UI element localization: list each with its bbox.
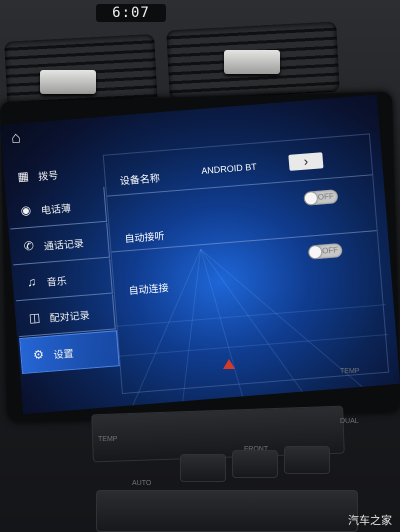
temp-right-label: TEMP	[340, 368, 360, 375]
sidebar-item-label: 电话薄	[40, 203, 72, 217]
infotainment-screen: ⌂ ▦ 拨号 ◉ 电话薄 ✆ 通话记录 ♫ 音乐 ◫ 配对记录 ⚙ 设置 设备名…	[0, 94, 400, 415]
temp-left-label: TEMP	[98, 436, 118, 443]
dashboard-clock: 6:07	[96, 4, 166, 22]
hazard-button[interactable]	[218, 356, 240, 372]
hazard-triangle-icon	[223, 359, 235, 369]
sidebar-item-label: 拨号	[37, 170, 59, 183]
vent-knob-right[interactable]	[224, 50, 280, 74]
dual-label: DUAL	[340, 418, 359, 425]
sidebar-item-label: 设置	[53, 348, 75, 361]
settings-panel: 设备名称 ANDROID BT › OFF 自动接听 OFF 自动连接	[102, 133, 390, 395]
toggle-thumb	[308, 245, 322, 259]
climate-button[interactable]	[284, 446, 330, 474]
music-icon: ♫	[26, 274, 37, 290]
keypad-icon: ▦	[16, 168, 30, 184]
vent-knob-left[interactable]	[40, 70, 96, 94]
toggle-state: OFF	[321, 245, 339, 256]
sidebar-item-label: 配对记录	[49, 309, 91, 325]
pairing-icon: ◫	[28, 310, 41, 326]
settings-icon: ⚙	[32, 347, 45, 363]
auto-connect-toggle[interactable]: OFF	[307, 242, 343, 260]
auto-connect-label: 自动连接	[128, 283, 170, 298]
call-log-icon: ✆	[23, 238, 35, 254]
watermark-text: 汽车之家	[348, 515, 392, 527]
lower-console-panel	[96, 490, 358, 532]
device-name-label: 设备名称	[119, 173, 161, 188]
sidebar: ▦ 拨号 ◉ 电话薄 ✆ 通话记录 ♫ 音乐 ◫ 配对记录 ⚙ 设置	[5, 153, 121, 410]
home-icon[interactable]: ⌂	[10, 129, 21, 148]
auto-answer-toggle[interactable]: OFF	[303, 189, 339, 206]
contact-icon: ◉	[20, 202, 32, 218]
chevron-right-icon: ›	[303, 153, 309, 169]
toggle-state: OFF	[317, 191, 335, 202]
device-name-value: ANDROID BT	[200, 161, 258, 176]
auto-answer-label: 自动接听	[124, 231, 165, 246]
fan-button[interactable]	[180, 454, 226, 482]
auto-label: AUTO	[132, 480, 152, 487]
sidebar-item-settings[interactable]: ⚙ 设置	[19, 330, 120, 375]
sidebar-item-label: 音乐	[46, 275, 68, 289]
toggle-thumb	[304, 191, 318, 205]
sidebar-item-label: 通话记录	[43, 238, 85, 253]
device-name-edit-button[interactable]: ›	[288, 152, 324, 171]
defrost-button[interactable]	[232, 450, 278, 478]
